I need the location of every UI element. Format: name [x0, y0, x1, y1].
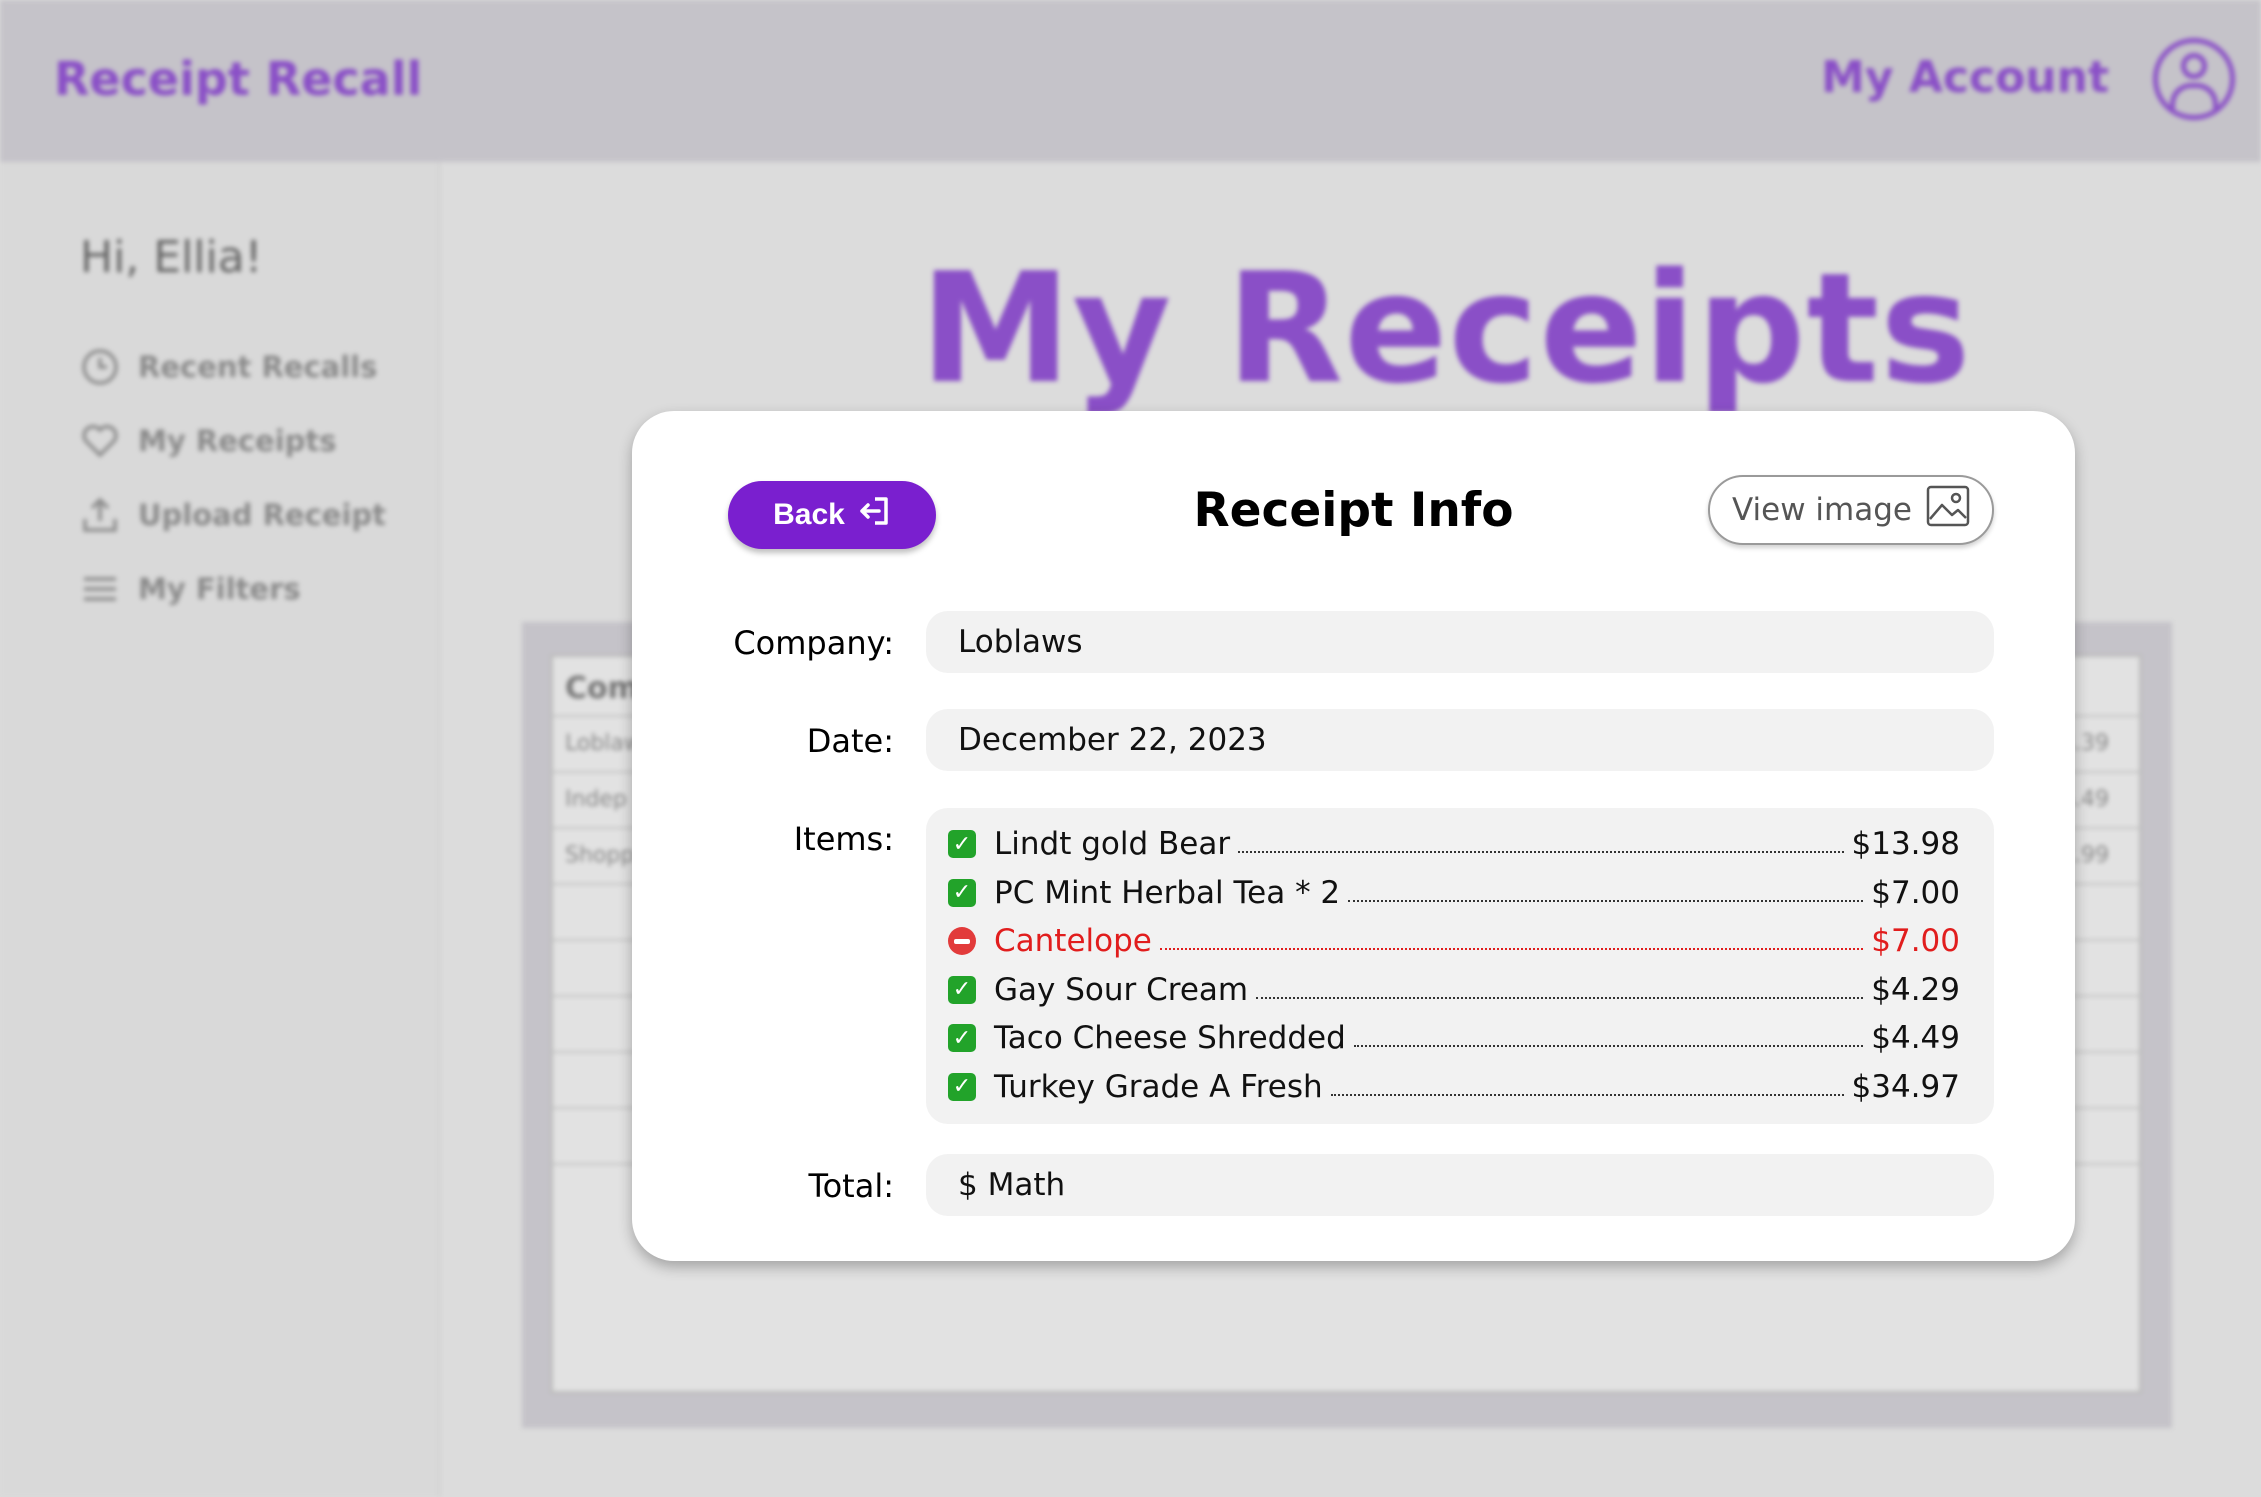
clock-icon [80, 347, 120, 387]
list-item[interactable]: ✓ Taco Cheese Shredded $4.49 [948, 1014, 1960, 1063]
sidebar: Hi, Ellia! Recent Recalls My Receipts Up… [0, 162, 440, 1497]
sidebar-item-my-receipts[interactable]: My Receipts [80, 404, 386, 478]
list-item[interactable]: ✓ PC Mint Herbal Tea * 2 $7.00 [948, 869, 1960, 918]
total-label: Total: [808, 1167, 894, 1205]
item-name: Lindt gold Bear [994, 826, 1231, 863]
sidebar-nav: Recent Recalls My Receipts Upload Receip… [80, 330, 386, 626]
items-list: ✓ Lindt gold Bear $13.98 ✓ PC Mint Herba… [926, 808, 1994, 1124]
sidebar-item-my-filters[interactable]: My Filters [80, 552, 386, 626]
list-item[interactable]: ✓ Turkey Grade A Fresh $34.97 [948, 1063, 1960, 1112]
item-name: PC Mint Herbal Tea * 2 [994, 874, 1341, 911]
items-label: Items: [793, 820, 894, 858]
item-name: Cantelope [994, 923, 1152, 960]
company-value: Loblaws [958, 624, 1083, 660]
account-avatar-icon[interactable] [2153, 38, 2235, 120]
item-price: $34.97 [1851, 1068, 1960, 1105]
receipt-info-modal: Back Receipt Info View image Company: Lo… [632, 411, 2075, 1261]
leader-dots [1348, 899, 1864, 902]
page-title: My Receipts [920, 240, 1972, 417]
checkbox-checked-icon[interactable]: ✓ [948, 1024, 976, 1053]
greeting: Hi, Ellia! [80, 232, 263, 283]
item-price: $7.00 [1871, 874, 1960, 911]
table-cell-company: Shopp [565, 843, 635, 868]
item-name: Taco Cheese Shredded [994, 1020, 1346, 1057]
total-field[interactable]: $ Math [926, 1154, 1994, 1216]
checkbox-checked-icon[interactable]: ✓ [948, 878, 976, 907]
sidebar-item-label: Recent Recalls [138, 350, 378, 384]
company-field[interactable]: Loblaws [926, 611, 1994, 673]
sidebar-item-label: My Filters [138, 572, 301, 606]
brand-logo[interactable]: Receipt Recall [54, 52, 422, 106]
list-item-removed[interactable]: Cantelope $7.00 [948, 917, 1960, 966]
sidebar-item-recent-recalls[interactable]: Recent Recalls [80, 330, 386, 404]
leader-dots [1353, 1045, 1864, 1048]
view-image-label: View image [1732, 492, 1912, 528]
view-image-button[interactable]: View image [1708, 475, 1994, 545]
table-cell-company: Loblaw [565, 731, 642, 756]
item-price: $7.00 [1871, 923, 1960, 960]
upload-icon [80, 495, 120, 535]
table-cell-company: Indep [565, 787, 627, 812]
leader-dots [1330, 1093, 1844, 1096]
sidebar-item-upload-receipt[interactable]: Upload Receipt [80, 478, 386, 552]
leader-dots [1238, 851, 1844, 854]
checkbox-checked-icon[interactable]: ✓ [948, 830, 976, 859]
total-value: $ Math [958, 1167, 1066, 1203]
item-name: Turkey Grade A Fresh [994, 1068, 1323, 1105]
leader-dots [1159, 948, 1864, 951]
item-price: $4.29 [1871, 971, 1960, 1008]
item-price: $4.49 [1871, 1020, 1960, 1057]
list-item[interactable]: ✓ Lindt gold Bear $13.98 [948, 820, 1960, 869]
no-entry-icon[interactable] [948, 927, 976, 956]
date-field[interactable]: December 22, 2023 [926, 709, 1994, 771]
list-item[interactable]: ✓ Gay Sour Cream $4.29 [948, 966, 1960, 1015]
checkbox-checked-icon[interactable]: ✓ [948, 1072, 976, 1101]
sidebar-item-label: My Receipts [138, 424, 337, 458]
checkbox-checked-icon[interactable]: ✓ [948, 975, 976, 1004]
top-bar: Receipt Recall My Account [0, 0, 2261, 162]
sidebar-item-label: Upload Receipt [138, 498, 387, 532]
image-icon [1926, 485, 1970, 535]
item-price: $13.98 [1851, 826, 1960, 863]
date-value: December 22, 2023 [958, 722, 1267, 758]
date-label: Date: [806, 722, 894, 760]
menu-icon [80, 569, 120, 609]
my-account-link[interactable]: My Account [1821, 52, 2109, 103]
heart-icon [80, 421, 120, 461]
company-label: Company: [733, 624, 894, 662]
leader-dots [1256, 996, 1864, 999]
item-name: Gay Sour Cream [994, 971, 1249, 1008]
